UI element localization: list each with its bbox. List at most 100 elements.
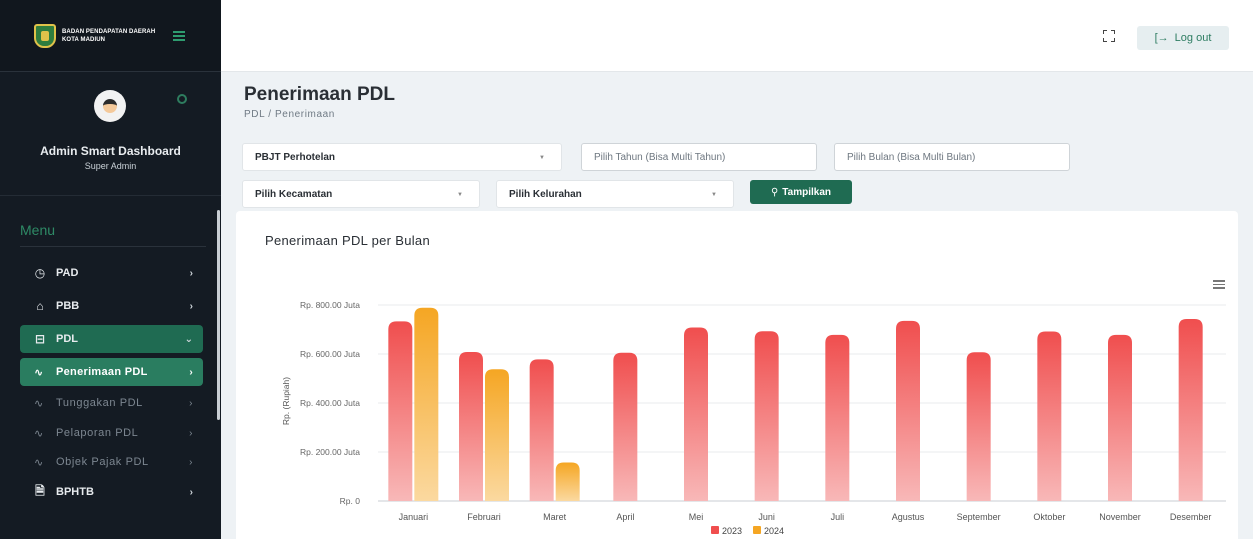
document-icon: 🗎	[35, 483, 45, 498]
bar-2023-agustus	[896, 320, 920, 501]
caret-down-icon: ▼	[711, 192, 717, 198]
kecamatan-select[interactable]: Pilih Kecamatan ▼	[242, 180, 480, 208]
bar-2023-april	[613, 352, 638, 501]
brand-line-2: KOTA MADIUN	[62, 36, 106, 43]
sidebar-item-label: PAD	[56, 267, 79, 279]
jenis-pajak-select[interactable]: PBJT Perhotelan ▼	[242, 143, 562, 171]
sidebar-subitem-objek-pajak-pdl[interactable]: ∿ Objek Pajak PDL ›	[20, 448, 203, 476]
brand-header: BADAN PENDAPATAN DAERAH KOTA MADIUN	[0, 0, 221, 72]
search-icon: ⚲	[770, 186, 779, 198]
y-tick-label: Rp. 200.00 Juta	[300, 447, 360, 457]
legend-swatch-2023	[711, 526, 719, 534]
chevron-right-icon: ›	[189, 397, 193, 409]
profile-role: Super Admin	[84, 161, 137, 171]
sidebar-subitem-pelaporan-pdl[interactable]: ∿ Pelaporan PDL ›	[20, 419, 203, 447]
x-tick-label: Desember	[1170, 512, 1212, 522]
chevron-right-icon: ›	[189, 366, 193, 378]
sidebar-subitem-label: Objek Pajak PDL	[56, 456, 149, 468]
chevron-right-icon: ›	[189, 456, 193, 468]
chevron-right-icon: ›	[189, 267, 193, 279]
bar-2024-februari	[485, 369, 509, 501]
y-tick-label: Rp. 400.00 Juta	[300, 398, 360, 408]
x-tick-label: Juli	[831, 512, 845, 522]
legend-label-2023: 2023	[722, 526, 742, 536]
fullscreen-icon[interactable]	[1103, 30, 1115, 42]
chevron-right-icon: ›	[189, 427, 193, 439]
pulse-icon: ∿	[34, 397, 44, 410]
bar-2023-maret	[529, 359, 554, 501]
sidebar-item-label: PBB	[56, 300, 80, 312]
tahun-input[interactable]: Pilih Tahun (Bisa Multi Tahun)	[581, 143, 817, 171]
bar-2024-januari	[414, 307, 439, 501]
menu-divider	[20, 246, 206, 247]
avatar[interactable]	[94, 90, 126, 122]
x-tick-label: November	[1099, 512, 1141, 522]
breadcrumb: PDL / Penerimaan	[244, 109, 335, 120]
pulse-icon: ∿	[34, 366, 44, 379]
caret-down-icon: ▼	[539, 155, 545, 161]
logout-icon: [→	[1154, 32, 1169, 44]
x-tick-label: Mei	[689, 512, 704, 522]
x-tick-label: Februari	[467, 512, 501, 522]
bar-2023-mei	[684, 327, 708, 501]
bar-2024-maret	[555, 462, 580, 501]
sidebar-item-pdl[interactable]: ⊟ PDL ⌄	[20, 325, 203, 353]
chevron-right-icon: ›	[189, 300, 193, 312]
sidebar-item-bphtb[interactable]: 🗎 BPHTB ›	[20, 478, 203, 506]
y-tick-label: Rp. 600.00 Juta	[300, 349, 360, 359]
bar-2023-juni	[754, 331, 779, 501]
sidebar-scrollbar[interactable]	[217, 210, 220, 420]
bar-2023-oktober	[1037, 331, 1062, 501]
sidebar-item-pad[interactable]: ◷ PAD ›	[20, 259, 203, 287]
kota-madiun-logo-icon	[34, 23, 56, 48]
menu-title: Menu	[20, 222, 56, 238]
sidebar-subitem-label: Tunggakan PDL	[56, 397, 143, 409]
bar-2023-juli	[825, 334, 850, 501]
y-tick-label: Rp. 800.00 Juta	[300, 300, 360, 310]
chart-card: Penerimaan PDL per Bulan Rp. 0 Rp. 200.00…	[236, 211, 1238, 539]
settings-icon[interactable]	[177, 94, 187, 104]
sidebar-subitem-label: Penerimaan PDL	[56, 366, 148, 378]
jenis-pajak-value: PBJT Perhotelan	[255, 151, 336, 163]
bar-2023-november	[1108, 334, 1132, 501]
page-title: Penerimaan PDL	[244, 84, 395, 105]
logout-button[interactable]: [→ Log out	[1137, 26, 1229, 50]
caret-down-icon: ▼	[457, 192, 463, 198]
sidebar-subitem-tunggakan-pdl[interactable]: ∿ Tunggakan PDL ›	[20, 389, 203, 417]
chevron-down-icon: ⌄	[184, 333, 193, 345]
sidebar-item-label: BPHTB	[56, 486, 94, 498]
home-icon: ⌂	[36, 299, 44, 313]
kelurahan-select[interactable]: Pilih Kelurahan ▼	[496, 180, 734, 208]
y-tick-label: Rp. 0	[340, 496, 361, 506]
y-axis-label: Rp. (Rupiah)	[281, 377, 291, 425]
x-tick-label: Oktober	[1033, 512, 1065, 522]
sidebar-subitem-penerimaan-pdl[interactable]: ∿ Penerimaan PDL ›	[20, 358, 203, 386]
sidebar: BADAN PENDAPATAN DAERAH KOTA MADIUN Admi…	[0, 0, 221, 539]
legend-label-2024: 2024	[764, 526, 784, 536]
x-tick-label: Maret	[543, 512, 567, 522]
sidebar-subitem-label: Pelaporan PDL	[56, 427, 139, 439]
pulse-icon: ∿	[34, 427, 44, 440]
bar-chart: Rp. 0 Rp. 200.00 Juta Rp. 400.00 Juta Rp. 6…	[281, 300, 1226, 536]
profile-name: Admin Smart Dashboard	[40, 144, 181, 158]
storefront-icon: ⊟	[34, 332, 46, 346]
sidebar-item-pbb[interactable]: ⌂ PBB ›	[20, 292, 203, 320]
x-tick-label: September	[957, 512, 1001, 522]
legend-swatch-2024	[753, 526, 761, 534]
x-tick-label: Juni	[758, 512, 775, 522]
brand-line-1: BADAN PENDAPATAN DAERAH	[62, 28, 156, 35]
bulan-input[interactable]: Pilih Bulan (Bisa Multi Bulan)	[834, 143, 1070, 171]
x-tick-label: April	[616, 512, 634, 522]
sidebar-item-label: PDL	[56, 333, 78, 345]
profile-panel: Admin Smart Dashboard Super Admin	[0, 72, 221, 196]
x-tick-label: Agustus	[892, 512, 925, 522]
hamburger-menu-icon[interactable]	[173, 30, 185, 41]
bar-2023-januari	[388, 321, 413, 501]
pulse-icon: ∿	[34, 456, 44, 469]
chevron-right-icon: ›	[189, 486, 193, 498]
bar-2023-februari	[459, 352, 483, 501]
tampilkan-button[interactable]: ⚲ Tampilkan	[750, 180, 852, 204]
tampilkan-label: Tampilkan	[782, 186, 832, 198]
logout-label: Log out	[1174, 32, 1212, 44]
clock-icon: ◷	[34, 266, 46, 280]
